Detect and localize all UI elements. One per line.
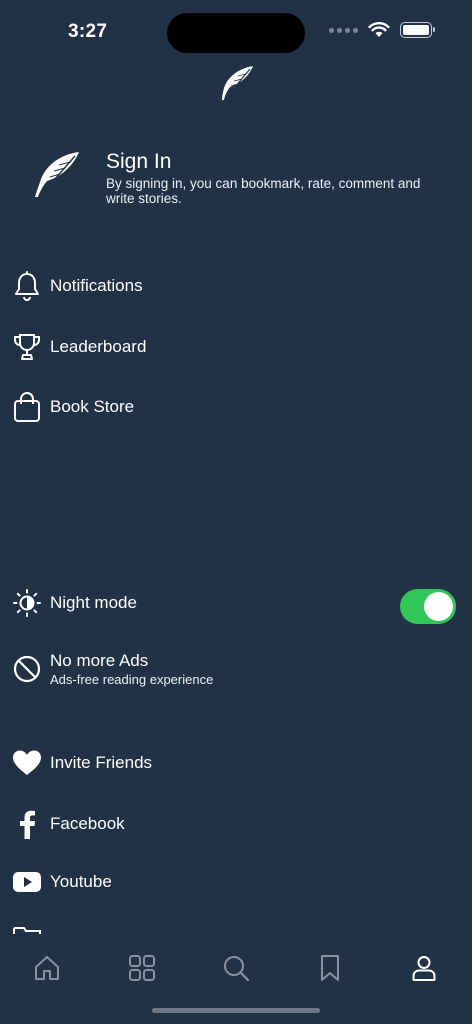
prohibited-icon xyxy=(12,654,42,684)
wifi-icon xyxy=(368,22,390,37)
menu-item-notifications[interactable]: Notifications xyxy=(12,268,452,304)
brightness-icon xyxy=(12,588,42,618)
facebook-icon xyxy=(12,809,42,839)
status-time: 3:27 xyxy=(68,21,108,42)
shopping-bag-icon xyxy=(12,392,42,422)
menu-item-leaderboard[interactable]: Leaderboard xyxy=(12,329,452,365)
menu-label: Leaderboard xyxy=(50,337,147,356)
menu-item-no-ads[interactable]: No more Ads Ads-free reading experience xyxy=(12,649,452,689)
menu-item-youtube[interactable]: Youtube xyxy=(12,864,452,900)
battery-icon xyxy=(400,22,435,38)
trophy-icon xyxy=(12,332,42,362)
profile-icon xyxy=(412,956,436,981)
tab-home[interactable] xyxy=(27,948,67,988)
dynamic-island xyxy=(167,13,305,53)
feather-logo-icon xyxy=(222,66,253,100)
menu-item-partial xyxy=(12,926,72,934)
menu-label: No more Ads xyxy=(50,651,149,670)
menu-item-night-mode: Night mode xyxy=(12,585,372,621)
menu-item-facebook[interactable]: Facebook xyxy=(12,806,452,842)
toggle-knob xyxy=(424,592,453,621)
menu-label: Book Store xyxy=(50,397,135,416)
heart-icon xyxy=(12,748,42,778)
menu-item-book-store[interactable]: Book Store xyxy=(12,389,452,425)
menu-label: Youtube xyxy=(50,872,112,891)
status-icons xyxy=(329,22,435,38)
search-icon xyxy=(224,956,250,982)
tab-profile[interactable] xyxy=(404,948,444,988)
home-indicator xyxy=(152,1008,320,1013)
sign-in-title: Sign In xyxy=(106,150,172,173)
status-bar: 3:27 xyxy=(0,0,472,60)
no-ads-text: No more Ads Ads-free reading experience xyxy=(50,651,213,687)
tab-bookmarks[interactable] xyxy=(310,948,350,988)
menu-label: Notifications xyxy=(50,276,143,295)
cellular-signal-icon xyxy=(329,27,358,33)
home-icon xyxy=(35,956,59,980)
tab-search[interactable] xyxy=(216,948,256,988)
feather-avatar-icon xyxy=(35,152,79,197)
night-mode-toggle[interactable] xyxy=(400,589,456,624)
sign-in-row[interactable]: Sign In By signing in, you can bookmark,… xyxy=(30,148,450,218)
grid-icon xyxy=(129,955,155,981)
menu-label: Invite Friends xyxy=(50,753,153,772)
menu-label: Night mode xyxy=(50,593,137,612)
tab-explore[interactable] xyxy=(122,948,162,988)
menu-sublabel: Ads-free reading experience xyxy=(50,672,214,687)
sign-in-description: By signing in, you can bookmark, rate, c… xyxy=(106,176,421,206)
bookmark-icon xyxy=(321,955,339,981)
bell-icon xyxy=(12,271,42,301)
folder-icon xyxy=(13,927,41,934)
menu-item-invite-friends[interactable]: Invite Friends xyxy=(12,745,452,781)
youtube-icon xyxy=(12,867,42,897)
menu-label: Facebook xyxy=(50,814,125,833)
